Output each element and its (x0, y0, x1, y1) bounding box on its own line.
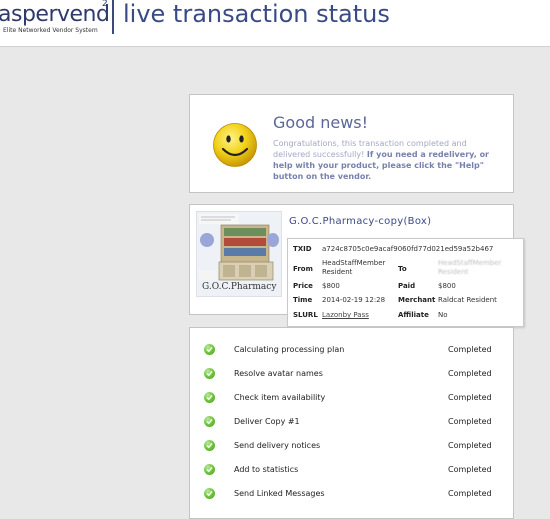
paid-label: Paid (398, 282, 416, 290)
step-label: Calculating processing plan (234, 345, 345, 354)
step-label: Check item availability (234, 393, 326, 402)
txid-value: a724c8705c0e9acaf9060fd77d021ed59a52b467 (322, 245, 494, 253)
step-label: Send delivery notices (234, 441, 321, 450)
check-icon (204, 416, 215, 427)
item-panel: G.O.C.Pharmacy G.O.C.Pharmacy-copy(Box) … (189, 204, 524, 327)
step-label: Add to statistics (234, 465, 299, 474)
check-icon (204, 440, 215, 451)
time-label: Time (293, 296, 313, 304)
to-value: HeadStaffMember Resident (438, 259, 502, 276)
merchant-value: Raldcat Resident (438, 296, 497, 304)
progress-steps-panel: Calculating processing plan Completed Re… (189, 327, 514, 519)
step-status: Completed (448, 417, 492, 426)
affiliate-value: No (438, 311, 448, 319)
transaction-details-table: TXID a724c8705c0e9acaf9060fd77d021ed59a5… (287, 238, 524, 327)
page-title: live transaction status (123, 0, 390, 28)
step-status: Completed (448, 393, 492, 402)
step-status: Completed (448, 465, 492, 474)
slurl-link[interactable]: Lazonby Pass (322, 311, 369, 319)
status-message-panel: Good news! Congratulations, this transac… (189, 94, 514, 193)
product-image: G.O.C.Pharmacy (196, 211, 282, 297)
logo-text: aspervend (0, 2, 110, 27)
news-body: Congratulations, this transaction comple… (273, 138, 505, 182)
list-item: Calculating processing plan Completed (190, 340, 513, 362)
price-value: $800 (322, 282, 340, 290)
check-icon (204, 464, 215, 475)
list-item: Add to statistics Completed (190, 460, 513, 482)
paid-value: $800 (438, 282, 456, 290)
check-icon (204, 392, 215, 403)
list-item: Check item availability Completed (190, 388, 513, 410)
step-status: Completed (448, 489, 492, 498)
step-label: Deliver Copy #1 (234, 417, 300, 426)
step-status: Completed (448, 345, 492, 354)
list-item: Send Linked Messages Completed (190, 484, 513, 506)
check-icon (204, 488, 215, 499)
step-status: Completed (448, 369, 492, 378)
to-label: To (398, 265, 407, 273)
news-title: Good news! (273, 113, 369, 132)
txid-label: TXID (293, 245, 312, 253)
smiley-icon (213, 123, 257, 167)
slurl-label: SLURL (293, 311, 318, 319)
step-status: Completed (448, 441, 492, 450)
list-item: Send delivery notices Completed (190, 436, 513, 458)
logo[interactable]: aspervend 2 Elite Networked Vendor Syste… (0, 0, 110, 35)
from-label: From (293, 265, 313, 273)
step-label: Resolve avatar names (234, 369, 323, 378)
from-value: HeadStaffMember Resident (322, 259, 386, 276)
merchant-label: Merchant (398, 296, 436, 304)
step-label: Send Linked Messages (234, 489, 325, 498)
logo-superscript: 2 (102, 0, 108, 9)
check-icon (204, 368, 215, 379)
header-bar: aspervend 2 Elite Networked Vendor Syste… (0, 0, 550, 47)
affiliate-label: Affiliate (398, 311, 429, 319)
item-title: G.O.C.Pharmacy-copy(Box) (289, 216, 432, 227)
list-item: Deliver Copy #1 Completed (190, 412, 513, 434)
list-item: Resolve avatar names Completed (190, 364, 513, 386)
product-image-caption: G.O.C.Pharmacy (202, 282, 277, 292)
logo-tagline: Elite Networked Vendor System (3, 27, 98, 34)
price-label: Price (293, 282, 313, 290)
header-divider (112, 0, 114, 34)
time-value: 2014-02-19 12:28 (322, 296, 386, 304)
check-icon (204, 344, 215, 355)
